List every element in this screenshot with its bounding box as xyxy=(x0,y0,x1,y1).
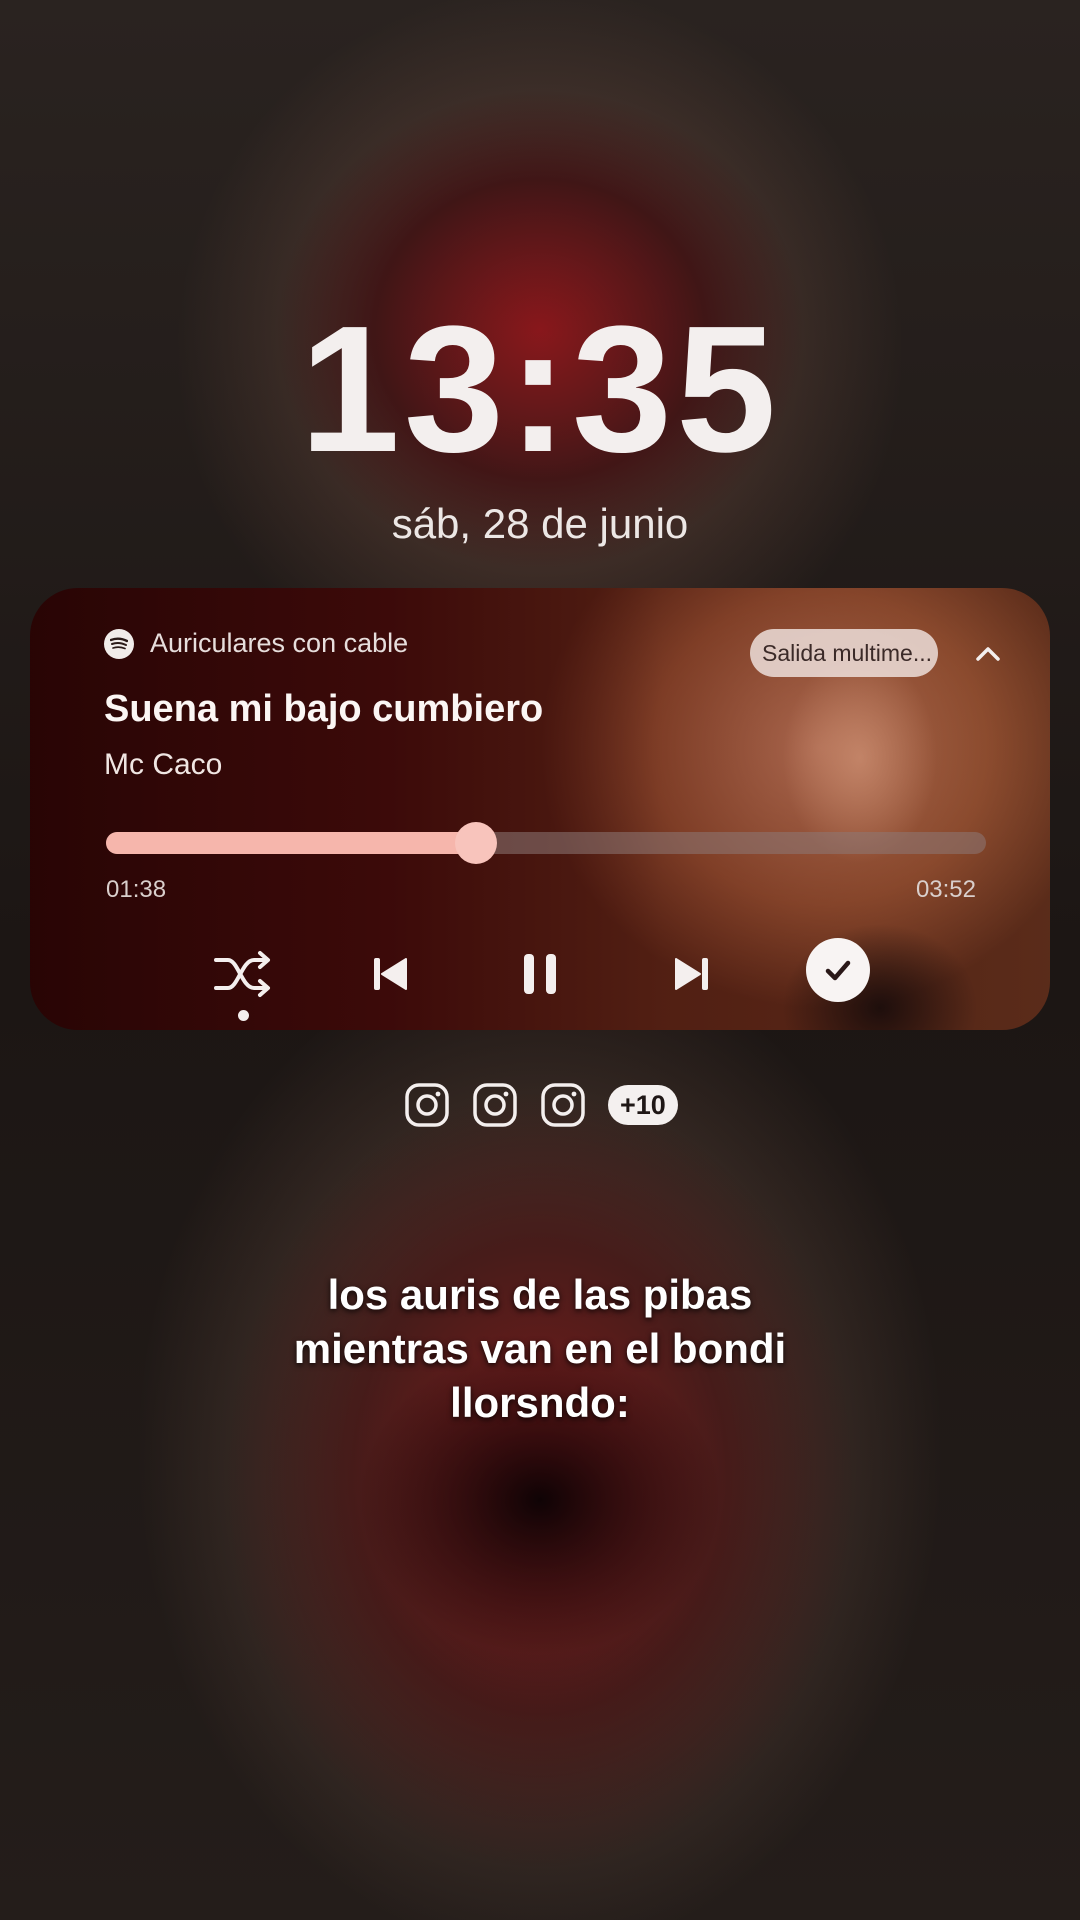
next-icon[interactable] xyxy=(656,938,728,1010)
more-notifications-badge: +10 xyxy=(608,1085,678,1125)
caption-line: mientras van en el bondi xyxy=(293,1325,787,1372)
seek-bar-progress xyxy=(106,832,476,854)
notification-icons[interactable]: +10 xyxy=(404,1082,678,1128)
media-output-button[interactable]: Salida multime... xyxy=(750,629,938,677)
spotify-icon xyxy=(104,628,134,659)
check-icon[interactable] xyxy=(806,938,870,1002)
shuffle-active-indicator xyxy=(238,1010,249,1021)
elapsed-time: 01:38 xyxy=(106,876,167,903)
seek-bar[interactable] xyxy=(106,822,986,864)
media-source: Auriculares con cable xyxy=(104,628,408,659)
shuffle-icon[interactable] xyxy=(208,938,280,1010)
lockscreen-date: sáb, 28 de junio xyxy=(391,500,689,547)
caption-text: los auris de las pibas mientras van en e… xyxy=(0,1268,1080,1430)
media-source-label: Auriculares con cable xyxy=(150,628,409,658)
total-duration: 03:52 xyxy=(915,876,976,903)
caption-line: los auris de las pibas xyxy=(327,1271,753,1318)
instagram-icon xyxy=(405,1083,449,1127)
playback-controls xyxy=(30,938,1050,1028)
song-title: Suena mi bajo cumbiero xyxy=(104,688,544,730)
media-player-card[interactable]: Auriculares con cable Salida multime... … xyxy=(30,588,1050,1030)
instagram-icon xyxy=(541,1083,585,1127)
song-artist: Mc Caco xyxy=(104,748,223,781)
lockscreen-clock: 13:35 xyxy=(299,289,781,490)
pause-icon[interactable] xyxy=(504,938,576,1010)
previous-icon[interactable] xyxy=(354,938,426,1010)
chevron-up-icon[interactable] xyxy=(964,630,1012,678)
caption-line: llorsndo: xyxy=(450,1379,630,1426)
seek-bar-thumb[interactable] xyxy=(454,822,497,864)
instagram-icon xyxy=(473,1083,517,1127)
